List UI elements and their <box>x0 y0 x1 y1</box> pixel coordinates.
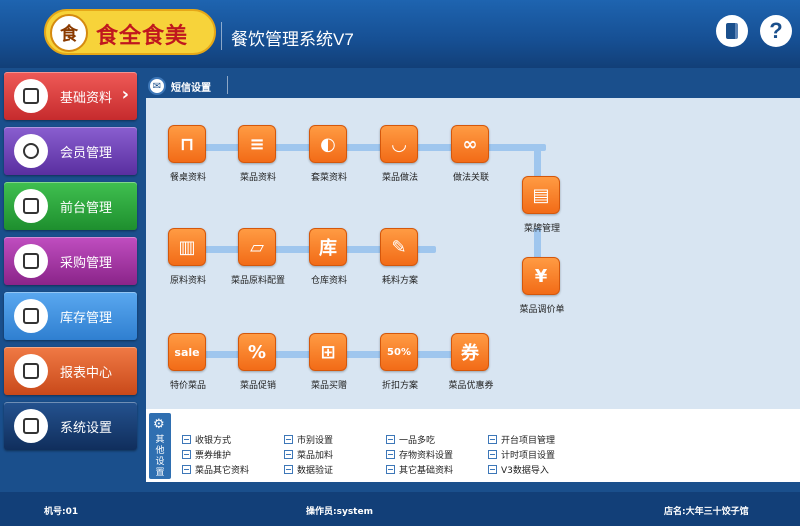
link-icon: ∞ <box>451 125 489 163</box>
sidebar-item-label: 采购管理 <box>60 256 113 271</box>
logo-text: 食全食美 <box>96 23 189 49</box>
app-header: 食 食全食美 餐饮管理系统V7 ? <box>0 0 800 68</box>
link-timed-items[interactable]: 计时项目设置 <box>488 448 555 461</box>
cart-icon <box>14 244 48 278</box>
folder-icon: ▱ <box>238 228 276 266</box>
link-v3-import[interactable]: V3数据导入 <box>488 463 549 476</box>
link-table-open-items[interactable]: 开台项目管理 <box>488 433 555 446</box>
link-voucher-maintenance[interactable]: 票券维护 <box>182 448 231 461</box>
brand-logo: 食 食全食美 <box>44 9 216 55</box>
sidebar-item-system-settings[interactable]: 系统设置 <box>4 402 137 450</box>
tab-bar: ✉ 短信设置 <box>141 72 800 98</box>
table-icon: ⊓ <box>168 125 206 163</box>
link-other-basic-data[interactable]: 其它基础资料 <box>386 463 453 476</box>
flow-node-coupons[interactable]: 券 菜品优惠券 <box>426 333 516 397</box>
flow-node-price-adjust[interactable]: ¥ 菜品调价单 <box>497 257 587 321</box>
list-icon <box>488 434 497 444</box>
list-icon <box>284 464 293 474</box>
sidebar-item-purchasing[interactable]: 采购管理 <box>4 237 137 285</box>
sidebar-item-label: 会员管理 <box>60 146 113 161</box>
tab-label: 短信设置 <box>171 82 211 94</box>
book-open-icon: ▥ <box>168 228 206 266</box>
list-icon <box>182 434 191 444</box>
document-icon <box>14 79 48 113</box>
coupon-icon: 券 <box>451 333 489 371</box>
discount-icon: 50% <box>380 333 418 371</box>
sidebar-item-label: 报表中心 <box>60 366 113 381</box>
sidebar-item-label: 基础资料 <box>60 91 113 106</box>
stack-icon: ≡ <box>238 125 276 163</box>
utensils-icon: ◐ <box>309 125 347 163</box>
monitor-icon <box>14 189 48 223</box>
list-icon <box>488 464 497 474</box>
help-button[interactable]: ? <box>760 15 792 47</box>
sidebar-item-inventory[interactable]: 库存管理 <box>4 292 137 340</box>
manual-button[interactable] <box>716 15 748 47</box>
link-dish-extras[interactable]: 菜品加料 <box>284 448 333 461</box>
link-storage-settings[interactable]: 存物资料设置 <box>386 448 453 461</box>
chevron-right-icon: › <box>121 84 129 105</box>
list-icon <box>284 449 293 459</box>
warehouse-icon <box>14 299 48 333</box>
list-icon <box>284 434 293 444</box>
sidebar-item-front-desk[interactable]: 前台管理 <box>4 182 137 230</box>
header-divider <box>221 22 222 50</box>
list-icon <box>386 449 395 459</box>
sidebar-item-reports[interactable]: 报表中心 <box>4 347 137 395</box>
link-payment-methods[interactable]: 收银方式 <box>182 433 231 446</box>
status-bar: 机号:01 操作员:system 店名:大年三十饺子馆 <box>0 492 800 526</box>
sidebar-item-members[interactable]: 会员管理 <box>4 127 137 175</box>
list-icon <box>488 449 497 459</box>
other-settings-label: 其他设置 <box>155 435 165 478</box>
clipboard-icon: ✎ <box>380 228 418 266</box>
member-icon <box>14 134 48 168</box>
flow-node-label: 菜牌管理 <box>523 224 560 234</box>
flow-node-label: 耗料方案 <box>381 276 418 286</box>
list-icon <box>386 464 395 474</box>
flow-node-consumption-plans[interactable]: ✎ 耗料方案 <box>355 228 445 292</box>
app-title: 餐饮管理系统V7 <box>231 30 354 49</box>
sidebar-item-basic-data[interactable]: 基础资料 › <box>4 72 137 120</box>
list-icon <box>182 449 191 459</box>
link-data-validation[interactable]: 数据验证 <box>284 463 333 476</box>
flow-node-menu-board[interactable]: ▤ 菜牌管理 <box>497 176 587 240</box>
tab-divider <box>227 76 228 94</box>
message-icon: ✉ <box>148 77 166 95</box>
percent-icon: % <box>238 333 276 371</box>
other-settings-panel: ⚙ 其他设置 收银方式 市别设置 一品多吃 开台项目管理 票券维护 菜品加料 存… <box>146 409 800 482</box>
gift-icon: ⊞ <box>309 333 347 371</box>
list-icon <box>182 464 191 474</box>
link-dish-other-data[interactable]: 菜品其它资料 <box>182 463 249 476</box>
sidebar: 基础资料 › 会员管理 前台管理 采购管理 库存管理 报表中心 系统设置 <box>0 68 141 492</box>
flow-node-label: 菜品调价单 <box>519 305 565 315</box>
link-market-settings[interactable]: 市别设置 <box>284 433 333 446</box>
tab-sms-settings[interactable]: ✉ 短信设置 <box>148 74 228 98</box>
book-icon <box>726 23 738 39</box>
sidebar-item-label: 系统设置 <box>60 421 113 436</box>
pot-icon: ◡ <box>380 125 418 163</box>
settings-icon <box>14 409 48 443</box>
store-name: 店名:大年三十饺子馆 <box>664 507 749 517</box>
list-icon <box>386 434 395 444</box>
flow-node-label: 菜品优惠券 <box>448 381 494 391</box>
gear-icon: ⚙ <box>153 417 165 432</box>
menu-icon: ▤ <box>522 176 560 214</box>
flow-panel: ⊓ 餐桌资料 ≡ 菜品资料 ◐ 套菜资料 ◡ 菜品做法 ∞ 做法关联 ▤ 菜牌管… <box>146 98 800 409</box>
machine-number: 机号:01 <box>44 507 79 517</box>
price-icon: ¥ <box>522 257 560 295</box>
warehouse-icon: 库 <box>309 228 347 266</box>
sidebar-item-label: 库存管理 <box>60 311 113 326</box>
sidebar-item-label: 前台管理 <box>60 201 113 216</box>
other-settings-tab: ⚙ 其他设置 <box>149 413 171 479</box>
link-multi-serving[interactable]: 一品多吃 <box>386 433 435 446</box>
report-icon <box>14 354 48 388</box>
sale-icon: sale <box>168 333 206 371</box>
logo-bowl-icon: 食 <box>50 14 88 52</box>
operator-name: 操作员:system <box>306 507 373 517</box>
